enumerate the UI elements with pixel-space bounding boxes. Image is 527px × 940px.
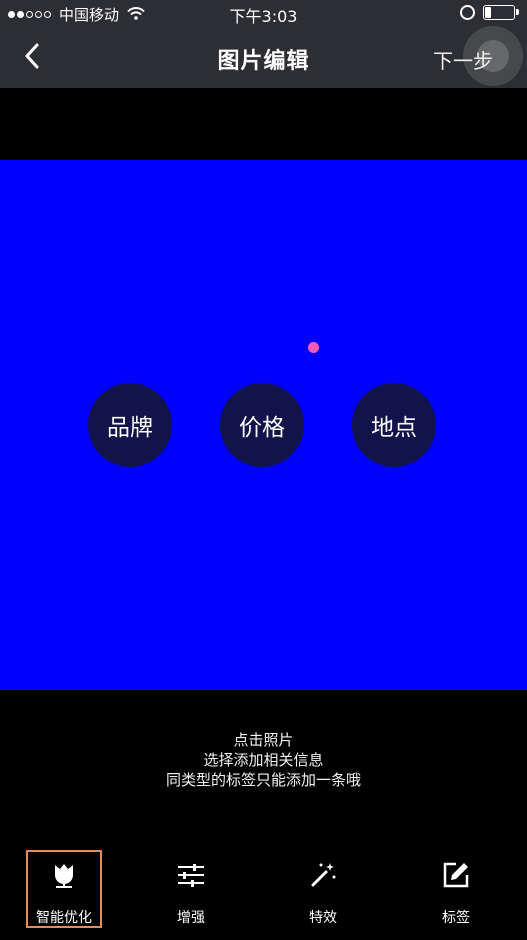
- alarm-icon: [460, 5, 475, 20]
- next-step-button[interactable]: 下一步: [433, 45, 493, 74]
- bottom-toolbar: 智能优化 增强 特效 标签: [0, 850, 527, 930]
- tool-label: 特效: [309, 910, 337, 926]
- hint-line: 点击照片: [233, 731, 294, 749]
- tag-option-brand[interactable]: 品牌: [88, 383, 172, 467]
- edit-icon: [441, 860, 471, 890]
- hint-text: 点击照片 选择添加相关信息 同类型的标签只能添加一条哦: [0, 730, 527, 790]
- tool-label: 增强: [177, 910, 205, 926]
- hint-line: 同类型的标签只能添加一条哦: [165, 771, 361, 789]
- sliders-icon: [176, 860, 206, 890]
- photo-canvas[interactable]: 品牌 价格 地点: [0, 160, 527, 690]
- tag-option-location[interactable]: 地点: [352, 383, 436, 467]
- tag-option-price[interactable]: 价格: [220, 383, 304, 467]
- tool-tags[interactable]: 标签: [418, 850, 494, 928]
- navigation-bar: 图片编辑 下一步: [0, 26, 527, 88]
- tool-effects[interactable]: 特效: [285, 850, 361, 928]
- tool-enhance[interactable]: 增强: [153, 850, 229, 928]
- tag-anchor-dot[interactable]: [308, 342, 319, 353]
- tool-label: 标签: [442, 910, 470, 926]
- hint-line: 选择添加相关信息: [203, 751, 324, 769]
- tool-smart-optimize[interactable]: 智能优化: [26, 850, 102, 928]
- battery-icon: [483, 5, 519, 20]
- status-time: 下午3:03: [229, 7, 298, 26]
- tulip-icon: [49, 862, 79, 890]
- tool-label: 智能优化: [36, 910, 92, 926]
- status-right-group: [460, 5, 519, 20]
- magic-wand-icon: [308, 860, 338, 890]
- status-bar: 中国移动 下午3:03: [0, 0, 527, 26]
